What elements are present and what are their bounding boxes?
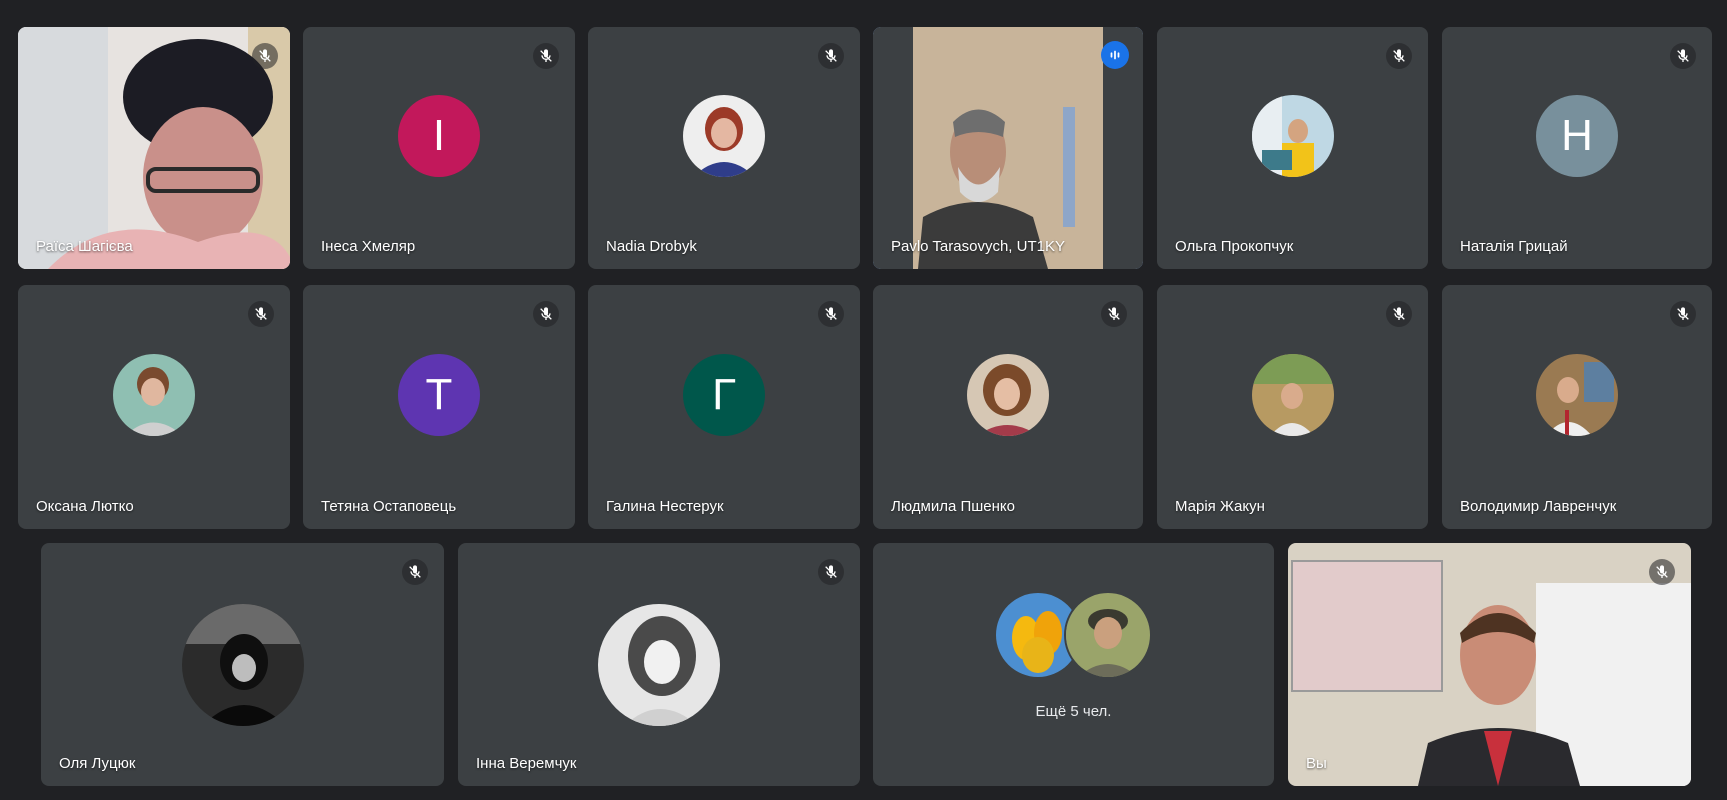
participant-video <box>18 27 290 269</box>
participant-name: Nadia Drobyk <box>606 238 697 255</box>
participant-name: Наталія Грицай <box>1460 238 1568 255</box>
participant-name: Людмила Пшенко <box>891 498 1015 515</box>
mic-off-icon <box>1101 301 1127 327</box>
participant-name: Інеса Хмеляр <box>321 238 416 255</box>
profile-photo-icon <box>967 353 1049 436</box>
mic-off-icon <box>818 559 844 585</box>
mic-off-icon <box>818 43 844 69</box>
participant-tile[interactable]: Раїса Шагієва <box>18 27 290 269</box>
participant-name: Інна Веремчук <box>476 755 577 772</box>
participant-tile[interactable]: Інна Веремчук <box>458 543 860 786</box>
participant-name: Оксана Лютко <box>36 498 134 515</box>
participant-tile-active-speaker[interactable]: Pavlo Tarasovych, UT1KY <box>873 27 1143 269</box>
meeting-grid: Раїса Шагієва І Інеса Хмеляр Nadia Droby… <box>0 0 1727 800</box>
profile-photo-icon <box>1251 94 1334 177</box>
participant-tile[interactable]: Nadia Drobyk <box>588 27 860 269</box>
overflow-avatar-stack <box>993 590 1154 679</box>
participant-name: Раїса Шагієва <box>36 238 133 255</box>
participant-name: Тетяна Остаповець <box>321 498 457 515</box>
mic-off-icon <box>402 559 428 585</box>
profile-photo-icon <box>113 353 195 436</box>
participant-tile[interactable]: Людмила Пшенко <box>873 285 1143 529</box>
more-participants-label: Ещё 5 чел. <box>1035 703 1112 721</box>
self-view-tile[interactable]: Вы <box>1288 543 1691 786</box>
profile-photo-icon <box>1251 353 1334 436</box>
participant-tile[interactable]: Марія Жакун <box>1157 285 1428 529</box>
participant-video <box>873 27 1143 269</box>
overflow-participants-tile[interactable]: Ещё 5 чел. <box>873 543 1274 786</box>
profile-photo-icon <box>683 94 765 177</box>
mic-off-icon <box>1386 301 1412 327</box>
participant-name: Марія Жакун <box>1175 498 1265 515</box>
participant-name: Вы <box>1306 755 1327 772</box>
mic-off-icon <box>248 301 274 327</box>
initial-avatar: Г <box>683 353 765 436</box>
mic-off-icon <box>1670 43 1696 69</box>
participant-tile[interactable]: Оля Луцюк <box>41 543 444 786</box>
mic-off-icon <box>1670 301 1696 327</box>
mic-off-icon <box>1386 43 1412 69</box>
profile-photo-icon <box>598 603 720 726</box>
participant-tile[interactable]: Оксана Лютко <box>18 285 290 529</box>
participant-tile[interactable]: Н Наталія Грицай <box>1442 27 1712 269</box>
mic-off-icon <box>1649 559 1675 585</box>
initial-avatar: Т <box>398 353 480 436</box>
participant-name: Володимир Лавренчук <box>1460 498 1617 515</box>
participant-video <box>1288 543 1691 786</box>
participant-tile[interactable]: Володимир Лавренчук <box>1442 285 1712 529</box>
mic-off-icon <box>252 43 278 69</box>
profile-photo-icon <box>181 603 304 726</box>
profile-photo-icon <box>1536 353 1618 436</box>
mic-off-icon <box>533 43 559 69</box>
participant-tile[interactable]: І Інеса Хмеляр <box>303 27 575 269</box>
mic-off-icon <box>818 301 844 327</box>
initial-avatar: Н <box>1536 94 1618 177</box>
mic-off-icon <box>533 301 559 327</box>
participant-tile[interactable]: Г Галина Нестерук <box>588 285 860 529</box>
speaking-indicator-icon <box>1101 41 1129 69</box>
participant-name: Pavlo Tarasovych, UT1KY <box>891 238 1065 255</box>
profile-photo-icon <box>1063 590 1152 679</box>
participant-name: Оля Луцюк <box>59 755 136 772</box>
participant-name: Ольга Прокопчук <box>1175 238 1294 255</box>
initial-avatar: І <box>398 94 480 177</box>
participant-tile[interactable]: Т Тетяна Остаповець <box>303 285 575 529</box>
participant-tile[interactable]: Ольга Прокопчук <box>1157 27 1428 269</box>
participant-name: Галина Нестерук <box>606 498 724 515</box>
